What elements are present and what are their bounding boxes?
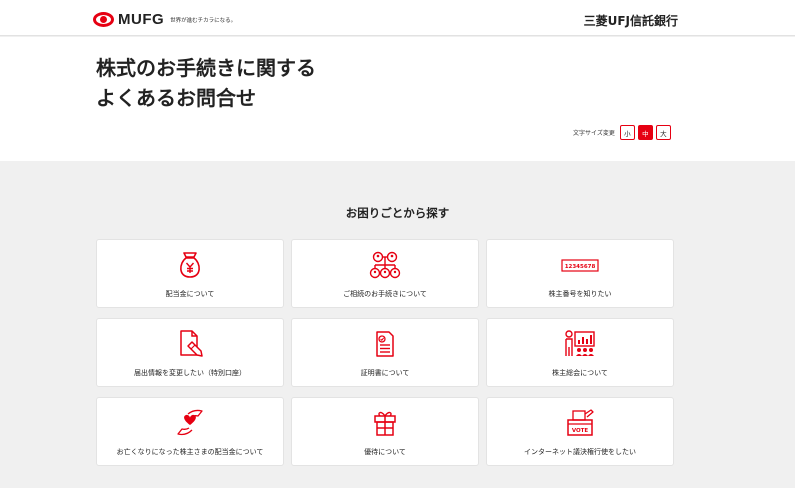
card-deceased-dividends[interactable]: お亡くなりになった株主さまの配当金について bbox=[96, 397, 284, 466]
card-label: 株主番号を知りたい bbox=[548, 290, 612, 298]
font-size-switcher: 文字サイズ変更 小 中 大 bbox=[573, 125, 674, 140]
card-label: お亡くなりになった株主さまの配当金について bbox=[116, 448, 264, 456]
card-label: 証明書について bbox=[360, 369, 410, 377]
mufg-mark-icon bbox=[93, 12, 114, 27]
number-card-icon: 12345678 bbox=[561, 259, 599, 272]
section-title: お困りごとから探す bbox=[345, 206, 450, 220]
card-certificate[interactable]: 証明書について bbox=[291, 318, 479, 387]
gift-icon bbox=[374, 411, 396, 436]
meeting-presentation-icon bbox=[565, 330, 595, 356]
card-label: 優待について bbox=[364, 448, 406, 456]
document-pen-icon bbox=[180, 330, 203, 357]
card-label: 配当金について bbox=[165, 290, 215, 298]
family-tree-icon bbox=[369, 251, 401, 279]
page-title: 株式のお手続きに関する よくあるお問合せ bbox=[96, 53, 316, 113]
card-label: 株主総会について bbox=[552, 369, 608, 377]
font-size-label: 文字サイズ変更 bbox=[573, 130, 615, 137]
card-benefits[interactable]: 優待について bbox=[291, 397, 479, 466]
card-shareholder-number[interactable]: 12345678 株主番号を知りたい bbox=[486, 239, 674, 308]
font-size-small-button[interactable]: 小 bbox=[619, 125, 635, 140]
mufg-logo[interactable]: MUFG 世界が進むチカラになる。 bbox=[93, 11, 236, 28]
card-label: 届出情報を変更したい（特別口座） bbox=[134, 369, 246, 377]
card-label: インターネット議決権行使をしたい bbox=[524, 448, 636, 456]
logo-text: MUFG bbox=[118, 11, 165, 28]
card-dividends[interactable]: 配当金について bbox=[96, 239, 284, 308]
main-content: お困りごとから探す 配当金について ご相続のお手続きについて 12345678 … bbox=[0, 161, 795, 488]
hero-section: 株式のお手続きに関する よくあるお問合せ 文字サイズ変更 小 中 大 bbox=[0, 37, 795, 161]
card-label: ご相続のお手続きについて bbox=[343, 290, 427, 298]
font-size-medium-button[interactable]: 中 bbox=[637, 125, 653, 140]
vote-text: VOTE bbox=[572, 428, 589, 434]
card-internet-voting[interactable]: VOTE インターネット議決権行使をしたい bbox=[486, 397, 674, 466]
site-header: MUFG 世界が進むチカラになる。 三菱UFJ信託銀行 bbox=[0, 0, 795, 36]
money-bag-icon bbox=[180, 252, 200, 278]
card-change-registration[interactable]: 届出情報を変更したい（特別口座） bbox=[96, 318, 284, 387]
page-title-line1: 株式のお手続きに関する bbox=[96, 56, 316, 80]
card-inheritance[interactable]: ご相続のお手続きについて bbox=[291, 239, 479, 308]
vote-box-icon: VOTE bbox=[567, 409, 594, 436]
page-title-line2: よくあるお問合せ bbox=[96, 86, 256, 110]
font-size-large-button[interactable]: 大 bbox=[655, 125, 671, 140]
card-shareholders-meeting[interactable]: 株主総会について bbox=[486, 318, 674, 387]
certificate-icon bbox=[376, 331, 394, 357]
hands-heart-icon bbox=[177, 409, 203, 436]
bank-name[interactable]: 三菱UFJ信託銀行 bbox=[584, 12, 678, 29]
logo-tagline: 世界が進むチカラになる。 bbox=[170, 17, 237, 24]
number-card-text: 12345678 bbox=[565, 264, 596, 270]
